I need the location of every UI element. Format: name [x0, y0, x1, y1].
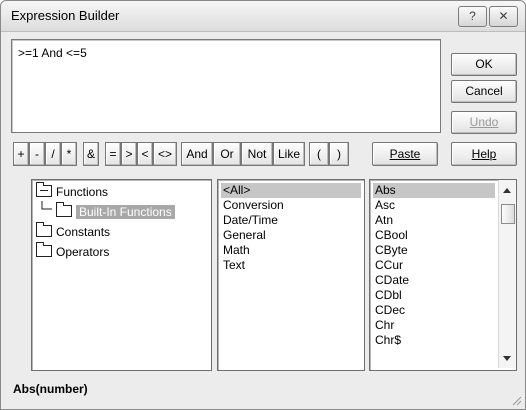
operator-divide-button[interactable]: /	[45, 142, 61, 166]
close-button[interactable]: ✕	[489, 6, 518, 27]
operator-less-than-button[interactable]: <	[137, 142, 153, 166]
tree-item-operators[interactable]: Operators	[36, 242, 110, 261]
function-item[interactable]: Chr	[373, 318, 396, 333]
tree-item-constants[interactable]: Constants	[36, 222, 111, 241]
operator-or-button[interactable]: Or	[213, 142, 241, 166]
operator-plus-button[interactable]: +	[13, 142, 29, 166]
scroll-down-icon[interactable]	[503, 356, 511, 361]
operator-minus-button[interactable]: -	[29, 142, 45, 166]
operator-greater-than-button[interactable]: >	[121, 142, 137, 166]
function-item[interactable]: Chr$	[373, 333, 403, 348]
cancel-button[interactable]: Cancel	[451, 80, 517, 103]
function-item[interactable]: CDbl	[373, 288, 404, 303]
function-item[interactable]: CCur	[373, 258, 405, 273]
help-label: Help	[471, 147, 497, 161]
tree-label-functions: Functions	[56, 185, 109, 199]
tree-label-operators: Operators	[56, 245, 110, 259]
function-item[interactable]: Abs	[373, 183, 495, 198]
operator-ampersand-button[interactable]: &	[83, 142, 99, 166]
operator-close-paren-button[interactable]: )	[329, 142, 349, 166]
operator-open-paren-button[interactable]: (	[309, 142, 329, 166]
tree-label-constants: Constants	[56, 225, 111, 239]
tree-label-builtin: Built-In Functions	[76, 205, 175, 219]
paste-button[interactable]: Paste	[372, 142, 438, 166]
operator-like-button[interactable]: Like	[273, 142, 305, 166]
vertical-scrollbar[interactable]	[498, 180, 516, 368]
folder-icon	[36, 222, 52, 237]
undo-label: Undo	[469, 115, 499, 129]
function-item[interactable]: CDate	[373, 273, 411, 288]
tree-item-functions[interactable]: Functions	[36, 182, 109, 201]
ok-button[interactable]: OK	[451, 53, 517, 76]
category-item[interactable]: General	[221, 228, 268, 243]
scroll-up-icon[interactable]	[503, 188, 511, 193]
category-item[interactable]: Conversion	[221, 198, 286, 213]
operator-not-button[interactable]: Not	[241, 142, 273, 166]
operator-not-equal-button[interactable]: <>	[153, 142, 177, 166]
resize-grip-icon[interactable]	[510, 394, 522, 406]
function-item[interactable]: CDec	[373, 303, 407, 318]
category-item[interactable]: Math	[221, 243, 252, 258]
expression-builder-window: Expression Builder ? ✕ >=1 And <=5 OK Ca…	[0, 0, 526, 410]
element-tree-panel[interactable]: Functions Built-In Functions Constants O…	[31, 179, 212, 371]
folder-open-icon	[36, 182, 52, 197]
category-item[interactable]: Date/Time	[221, 213, 280, 228]
folder-icon	[36, 242, 52, 257]
category-item[interactable]: Text	[221, 258, 247, 273]
function-syntax-status: Abs(number)	[13, 382, 88, 396]
tree-connector	[41, 201, 52, 210]
function-list-panel[interactable]: Abs Asc Atn CBool CByte CCur CDate CDbl CDec Chr C…	[369, 179, 517, 371]
folder-icon	[56, 202, 72, 217]
undo-button[interactable]: Undo	[451, 111, 517, 134]
operator-multiply-button[interactable]: *	[61, 142, 77, 166]
window-title: Expression Builder	[11, 8, 120, 23]
help-title-button[interactable]: ?	[458, 6, 487, 27]
function-item[interactable]: Atn	[373, 213, 395, 228]
expression-box[interactable]: >=1 And <=5	[11, 39, 441, 133]
function-item[interactable]: CBool	[373, 228, 410, 243]
paste-label: Paste	[389, 147, 421, 161]
title-bar: Expression Builder ? ✕	[1, 1, 525, 32]
category-list-panel[interactable]: <All> Conversion Date/Time General Math Text	[217, 179, 365, 371]
help-button[interactable]: Help	[451, 142, 517, 166]
function-item[interactable]: CByte	[373, 243, 410, 258]
expression-text[interactable]: >=1 And <=5	[18, 46, 87, 60]
operator-equals-button[interactable]: =	[105, 142, 121, 166]
operator-and-button[interactable]: And	[181, 142, 213, 166]
tree-item-builtin-functions[interactable]: Built-In Functions	[56, 202, 175, 221]
function-item[interactable]: Asc	[373, 198, 397, 213]
scroll-thumb[interactable]	[501, 204, 515, 224]
category-item[interactable]: <All>	[221, 183, 361, 198]
